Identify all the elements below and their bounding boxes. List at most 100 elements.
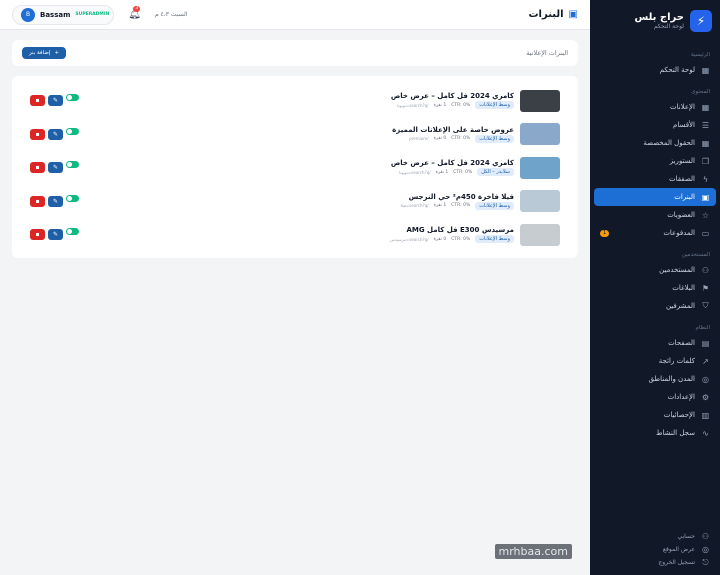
sidebar-item-trending[interactable]: ↗ كلمات رائجة [590,352,720,370]
brand-name: حراج بلس [634,12,684,23]
sidebar-item-stats[interactable]: ▥ الإحصائيات [590,406,720,424]
add-banner-button[interactable]: + إضافة بنر [22,47,67,59]
delete-button[interactable]: ▪ [30,162,45,174]
edit-button[interactable]: ✎ [48,195,63,207]
table-row: مرسيدس E300 فل كامل AMG وسط الإعلانات CT… [30,218,560,252]
banner-ctr: CTR: 0% [451,102,471,108]
sidebar-bottom: ⚇ حسابي ◎ عرض الموقع ⎋ تسجيل الخروج [590,530,720,569]
delete-button[interactable]: ▪ [30,128,45,140]
sidebar-item-view-site[interactable]: ◎ عرض الموقع [590,543,720,556]
table-row: كامري 2024 فل كامل – عرض خاص وسط الإعلان… [30,84,560,118]
globe-icon: ◎ [702,374,709,384]
sidebar-item-categories[interactable]: ☰ الأقسام [590,116,720,134]
sidebar-item-my-account[interactable]: ⚇ حسابي [590,530,720,543]
edit-button[interactable]: ✎ [48,95,63,107]
sidebar-item-stories[interactable]: ❐ الستوريز [590,152,720,170]
edit-button[interactable]: ✎ [48,162,63,174]
trend-icon: ↗ [702,356,709,366]
brand-subtitle: لوحة التحكم [653,23,684,30]
active-toggle[interactable] [66,94,79,102]
sidebar-item-cities[interactable]: ◎ المدن والمناطق [590,370,720,388]
sidebar-item-pages[interactable]: ▤ الصفحات [590,334,720,352]
grid-icon: ▦ [701,102,710,112]
edit-button[interactable]: ✎ [48,229,63,241]
sidebar-item-payments[interactable]: ▭ المدفوعات 1 [590,224,720,242]
table-row: عروض خاصة على الإعلانات المميزة وسط الإع… [30,118,560,152]
user-role: SUPERADMIN [75,12,110,17]
pulse-icon: ∿ [702,428,709,438]
sidebar-item-logout[interactable]: ⎋ تسجيل الخروج [590,556,720,569]
chart-icon: ▥ [701,410,710,420]
edit-button[interactable]: ✎ [48,128,63,140]
banner-title: عروض خاصة على الإعلانات المميزة [392,125,514,134]
banner-title: مرسيدس E300 فل كامل AMG [406,226,514,235]
trash-icon: ▪ [35,197,40,205]
bell-icon[interactable]: 🔔︎ 3 [128,6,141,20]
banner-position-tag: وسط الإعلانات [475,134,514,143]
sidebar-item-ads[interactable]: ▦ الإعلانات [590,98,720,116]
edit-icon: ✎ [52,197,59,205]
active-toggle[interactable] [66,161,79,169]
banner-position-tag: وسط الإعلانات [475,235,514,244]
topbar: ▣ البنرات السبت ٤،٣ م 🔔︎ 3 SUPERADMIN Bas… [0,0,590,30]
sidebar-item-moderators[interactable]: ⛉ المشرفين [590,297,720,315]
delete-button[interactable]: ▪ [30,229,45,241]
file-icon: ▤ [701,338,710,348]
brand[interactable]: ⚡ حراج بلس لوحة التحكم [590,0,720,42]
sidebar-item-memberships[interactable]: ☆ العضويات [590,206,720,224]
shield-icon: ⛉ [702,301,709,310]
active-toggle[interactable] [66,127,79,135]
list-icon: ☰ [701,120,710,130]
delete-button[interactable]: ▪ [30,195,45,207]
edit-icon: ✎ [52,231,59,239]
banner-ctr: CTR: 0% [451,136,471,142]
banner-link: /search?q=تويوتا [397,102,429,108]
banner-clicks: 1 نقرة [433,203,447,209]
nav-section-users: المستخدمين [681,252,710,258]
section-title: البنرات الإعلانية [526,49,568,57]
banner-title: كامري 2024 فل كامل – عرض خاص [390,92,514,101]
trash-icon: ▪ [35,164,40,172]
banners-toolbar: البنرات الإعلانية + إضافة بنر [12,40,578,66]
sidebar-item-deals[interactable]: ϟ الصفقات [590,170,720,188]
table-row: كامري 2024 فل كامل – عرض خاص سلايدر – ال… [30,151,560,185]
sidebar-item-reports[interactable]: ⚑ البلاغات [590,279,720,297]
card-icon: ▭ [701,228,710,238]
banner-position-tag: وسط الإعلانات [475,201,514,210]
trash-icon: ▪ [35,231,40,239]
sidebar-item-users[interactable]: ⚇ المستخدمين [590,261,720,279]
nav-section-main: الرئيسية [691,52,710,58]
banner-link: /search?q=تويوتا [399,169,431,175]
grid-icon: ▦ [701,138,710,148]
banner-title: كامري 2024 فل كامل – عرض خاص [390,159,514,168]
page-title: ▣ البنرات [528,9,579,20]
plus-icon: + [54,50,60,56]
gear-icon: ⚙ [701,392,710,402]
banner-link: /search?q=مرسيدس [390,236,429,242]
flag-icon: ⚑ [701,283,710,293]
banner-clicks: 0 نقرة [433,236,447,242]
avatar: B [21,7,35,22]
sidebar-item-custom-fields[interactable]: ▦ الحقول المخصصة [590,134,720,152]
active-toggle[interactable] [66,228,79,236]
sidebar-item-activity-log[interactable]: ∿ سجل النشاط [590,424,720,442]
sidebar-item-dashboard[interactable]: ▦ لوحة التحكم [590,61,720,79]
active-toggle[interactable] [66,194,79,202]
banner-thumbnail [520,223,560,246]
payments-badge: 1 [600,229,610,237]
grid-icon: ▦ [701,65,710,75]
banner-thumbnail [520,123,560,146]
sidebar: ⚡ حراج بلس لوحة التحكم الرئيسية ▦ لوحة ال… [590,0,720,575]
sidebar-item-settings[interactable]: ⚙ الإعدادات [590,388,720,406]
image-icon: ▣ [701,192,710,202]
book-icon: ❐ [701,156,710,166]
banner-ctr: CTR: 0% [453,169,473,175]
banner-clicks: 1 نقرة [435,169,449,175]
globe-icon: ◎ [702,545,709,554]
watermark: mrhbaa.com [494,544,572,559]
banner-title: فيلا فاخرة 450م² حي النرجس [408,192,514,201]
user-menu[interactable]: SUPERADMIN Bassam B [12,4,115,25]
delete-button[interactable]: ▪ [30,95,45,107]
sidebar-item-banners[interactable]: ▣ البنرات [594,188,716,206]
edit-icon: ✎ [52,97,59,105]
